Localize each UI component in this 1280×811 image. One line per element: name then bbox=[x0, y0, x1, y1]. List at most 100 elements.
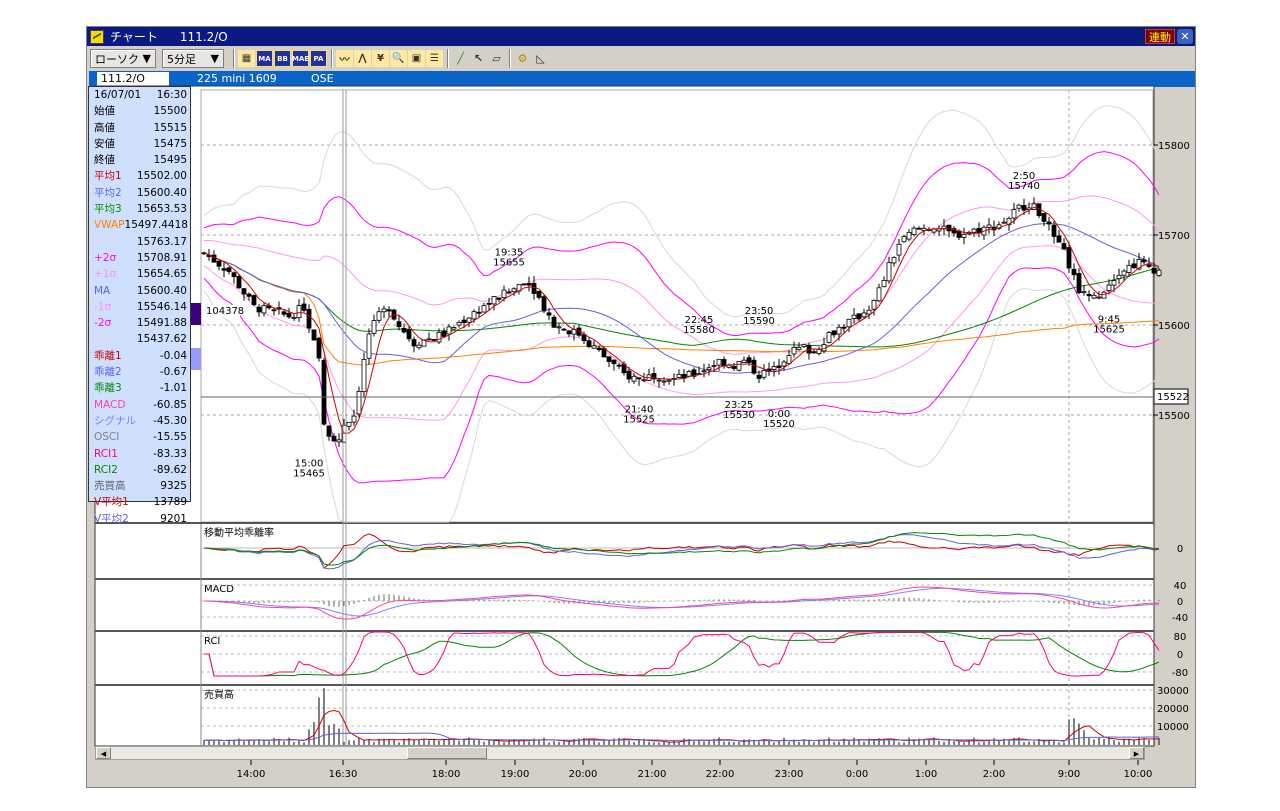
info-row: MACD -60.85 bbox=[89, 397, 190, 413]
annotation-price: 15740 bbox=[1008, 181, 1040, 192]
info-label: RCI1 bbox=[94, 447, 118, 460]
candle-body bbox=[846, 318, 852, 328]
info-label: 高値 bbox=[94, 121, 115, 134]
candle-body bbox=[376, 311, 382, 321]
candle-body bbox=[1121, 270, 1127, 276]
info-value: 13789 bbox=[153, 496, 187, 509]
candle-body bbox=[351, 415, 357, 423]
candle-body bbox=[321, 359, 327, 425]
scroll-right-icon[interactable]: ▶ bbox=[1129, 747, 1144, 759]
info-row: 終値 15495 bbox=[89, 152, 190, 168]
candle-body bbox=[1041, 213, 1047, 222]
candle-body bbox=[346, 421, 352, 427]
info-label: 売買高 bbox=[94, 480, 126, 493]
candle-body bbox=[626, 370, 632, 380]
info-row: RCI2 -89.62 bbox=[89, 462, 190, 478]
info-value: 15497.4418 bbox=[124, 219, 188, 232]
candle-body bbox=[426, 338, 432, 341]
info-row: 平均2 15600.40 bbox=[89, 185, 190, 201]
candle-body bbox=[526, 283, 532, 286]
scroll-thumb[interactable] bbox=[407, 747, 487, 759]
info-label: 乖離3 bbox=[94, 382, 122, 395]
candle-body bbox=[561, 328, 567, 331]
candle-body bbox=[1141, 259, 1147, 263]
candle-body bbox=[1151, 267, 1157, 274]
info-label: +2σ bbox=[94, 251, 117, 264]
candle-body bbox=[911, 227, 917, 235]
candle-body bbox=[931, 228, 937, 233]
candle-body bbox=[381, 308, 387, 313]
info-row: -3σ 15437.62 bbox=[89, 331, 190, 347]
annotation-price: 15625 bbox=[1093, 325, 1125, 336]
time-tick-label: 23:00 bbox=[775, 769, 804, 780]
info-value: -15.55 bbox=[153, 431, 187, 444]
horizontal-scrollbar[interactable]: ◀ ▶ bbox=[95, 746, 1145, 760]
candle-body bbox=[686, 371, 692, 377]
time-tick-label: 0:00 bbox=[846, 769, 868, 780]
candle-body bbox=[776, 365, 782, 369]
candle-body bbox=[746, 357, 752, 363]
time-tick-label: 18:00 bbox=[432, 769, 461, 780]
candle-body bbox=[1156, 269, 1162, 276]
annotation-price: 15525 bbox=[623, 415, 655, 426]
candle-body bbox=[596, 347, 602, 351]
info-row: 平均1 15502.00 bbox=[89, 168, 190, 184]
candle-body bbox=[1116, 274, 1122, 280]
info-value: 15502.00 bbox=[136, 170, 187, 183]
scroll-left-icon[interactable]: ◀ bbox=[96, 747, 111, 759]
candle-body bbox=[496, 297, 502, 300]
candle-body bbox=[1096, 296, 1102, 299]
candle-body bbox=[716, 358, 722, 366]
info-row: RCI1 -83.33 bbox=[89, 446, 190, 462]
candle-body bbox=[1056, 235, 1062, 243]
annotation-price: 15580 bbox=[683, 325, 715, 336]
candle-body bbox=[1071, 268, 1077, 276]
candle-body bbox=[296, 305, 302, 319]
info-row: V平均2 9201 bbox=[89, 511, 190, 527]
info-value: -45.30 bbox=[153, 414, 187, 427]
candle-body bbox=[326, 425, 332, 437]
candle-body bbox=[701, 370, 707, 373]
candle-body bbox=[1091, 294, 1097, 299]
info-value: 9325 bbox=[160, 480, 187, 493]
candle-body bbox=[1106, 284, 1112, 291]
info-value: -1.01 bbox=[159, 382, 187, 395]
info-label: RCI2 bbox=[94, 463, 118, 476]
candle-body bbox=[546, 312, 552, 316]
candle-body bbox=[781, 361, 787, 367]
info-value: 15600.40 bbox=[136, 284, 187, 297]
info-value: 15437.62 bbox=[136, 333, 187, 346]
candle-body bbox=[301, 303, 307, 311]
subpanel-title: RCI bbox=[204, 636, 220, 647]
crosshair-price-label: 15522 bbox=[1157, 392, 1189, 403]
candle-body bbox=[756, 374, 762, 379]
candle-body bbox=[836, 326, 842, 335]
candle-body bbox=[386, 309, 392, 312]
candle-body bbox=[481, 305, 487, 313]
candle-body bbox=[661, 380, 667, 383]
candle-body bbox=[871, 299, 877, 310]
candle-body bbox=[886, 262, 892, 282]
candle-body bbox=[581, 334, 587, 342]
volume-marker-label: 104378 bbox=[206, 306, 244, 317]
subpanel-tick-label: 10000 bbox=[1157, 722, 1189, 733]
candle-body bbox=[906, 231, 912, 240]
candle-body bbox=[591, 345, 597, 349]
info-row: 乖離3 -1.01 bbox=[89, 380, 190, 396]
info-value: 15491.88 bbox=[136, 317, 187, 330]
candle-body bbox=[451, 327, 457, 330]
price-chart[interactable]: 1580015700156001550015:001546519:3515655… bbox=[0, 0, 1280, 811]
candle-body bbox=[331, 435, 337, 442]
candle-body bbox=[856, 313, 862, 320]
subpanel-title: 移動平均乖離率 bbox=[204, 526, 274, 539]
info-value: 15600.40 bbox=[136, 186, 187, 199]
subpanel-tick-label: -80 bbox=[1172, 668, 1188, 679]
info-label: シグナル bbox=[94, 414, 136, 427]
info-value: 15475 bbox=[153, 137, 187, 150]
subpanel-title: MACD bbox=[204, 584, 234, 595]
candle-body bbox=[356, 391, 362, 415]
price-tick-label: 15500 bbox=[1158, 411, 1190, 422]
info-row: +3σ 15763.17 bbox=[89, 234, 190, 250]
info-value: 9201 bbox=[160, 512, 187, 525]
info-label: +1σ bbox=[94, 268, 117, 281]
